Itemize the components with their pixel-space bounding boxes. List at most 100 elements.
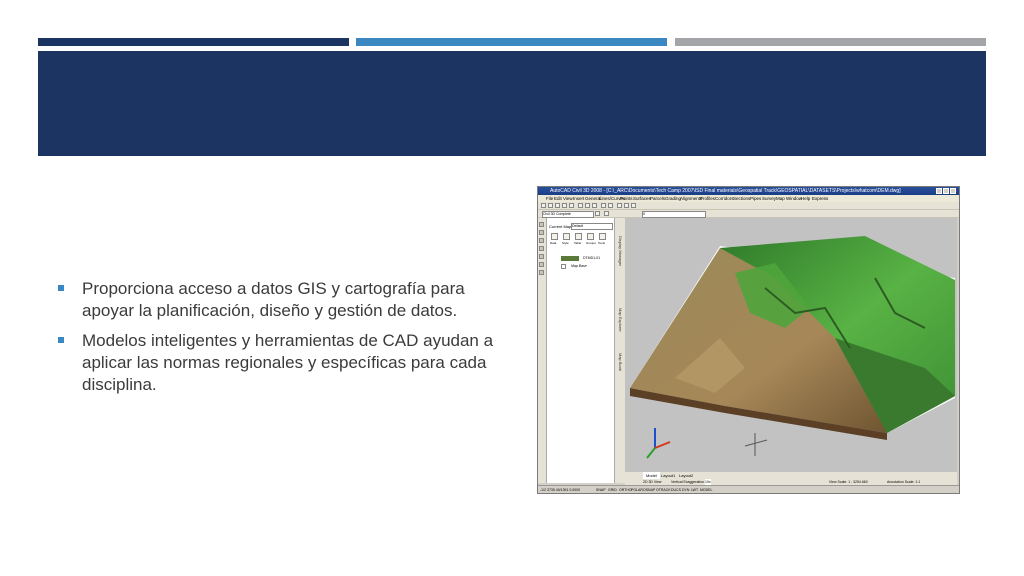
layer-item-dtm[interactable]: DTMD1-01 (583, 256, 600, 260)
menu-survey[interactable]: Survey (762, 195, 776, 202)
menu-help[interactable]: Help (801, 195, 810, 202)
arc-tool-icon[interactable] (539, 246, 544, 251)
print-icon[interactable] (562, 203, 567, 208)
osnap-toggle[interactable]: OSNAP (643, 486, 655, 493)
circle-tool-icon[interactable] (539, 238, 544, 243)
window-title: AutoCAD Civil 3D 2008 - [C:\_ARC\Documen… (550, 188, 901, 194)
accent-bar-blue (356, 38, 667, 46)
terrain-3d-image (630, 236, 955, 459)
menu-bar: File Edit View Insert General Lines/Curv… (538, 195, 959, 211)
bullet-text: Proporciona acceso a datos GIS y cartogr… (82, 279, 465, 320)
autocad-screenshot: AutoCAD Civil 3D 2008 - [C:\_ARC\Documen… (537, 186, 960, 494)
tools-tool-label: Tools (598, 241, 606, 245)
save-icon[interactable] (555, 203, 560, 208)
tab-model[interactable]: Model (643, 472, 660, 479)
bullet-item: Proporciona acceso a datos GIS y cartogr… (58, 278, 508, 322)
layer-swatch-dtm (561, 256, 579, 261)
menu-window[interactable]: Window (786, 195, 802, 202)
task-pane: Current Map: Default Data Style Table Gr… (547, 218, 621, 483)
style-tool-icon[interactable] (563, 233, 570, 240)
redo-icon[interactable] (608, 203, 613, 208)
menu-profiles[interactable]: Profiles (700, 195, 715, 202)
tab-layout1[interactable]: Layout1 (661, 472, 675, 479)
groups-tool-label: Groups (586, 241, 596, 245)
otrack-toggle[interactable]: OTRACK (656, 486, 671, 493)
pan-icon[interactable] (617, 203, 622, 208)
data-tool-icon[interactable] (551, 233, 558, 240)
menu-corridors[interactable]: Corridors (715, 195, 734, 202)
menu-points[interactable]: Points (620, 195, 633, 202)
layer-properties-icon[interactable] (604, 211, 609, 216)
menu-sections[interactable]: Sections (733, 195, 750, 202)
title-band (38, 51, 986, 156)
new-icon[interactable] (541, 203, 546, 208)
maximize-button[interactable] (943, 188, 949, 194)
tools-tool-icon[interactable] (599, 233, 606, 240)
paste-icon[interactable] (592, 203, 597, 208)
tab-layout2[interactable]: Layout2 (679, 472, 693, 479)
bullet-text: Modelos inteligentes y herramientas de C… (82, 331, 494, 394)
bullet-list: Proporciona acceso a datos GIS y cartogr… (58, 278, 508, 404)
copy-icon[interactable] (585, 203, 590, 208)
task-pane-tabs: Display Manager Map Explorer Map Book (614, 218, 625, 483)
window-title-bar: AutoCAD Civil 3D 2008 - [C:\_ARC\Documen… (538, 187, 959, 195)
menu-insert[interactable]: Insert (573, 195, 584, 202)
ortho-toggle[interactable]: ORTHO (619, 486, 632, 493)
tab-display-manager[interactable]: Display Manager (618, 236, 623, 266)
status-bar: -1/2 3735 40/1391 0.0000 SNAP GRID ORTHO… (538, 485, 959, 493)
groups-tool-icon[interactable] (587, 233, 594, 240)
ucs-axis-icon (646, 428, 671, 459)
ducs-toggle[interactable]: DUCS (671, 486, 681, 493)
menu-edit[interactable]: Edit (554, 195, 562, 202)
accent-bar-gray (675, 38, 986, 46)
bullet-item: Modelos inteligentes y herramientas de C… (58, 330, 508, 396)
zoom-icon[interactable] (624, 203, 629, 208)
dyn-toggle[interactable]: DYN (682, 486, 689, 493)
close-button[interactable] (950, 188, 956, 194)
ucs-crosshair-icon (744, 433, 768, 456)
workspace-settings-icon[interactable] (595, 211, 600, 216)
text-tool-icon[interactable] (539, 262, 544, 267)
polyline-tool-icon[interactable] (539, 230, 544, 235)
menu-pipes[interactable]: Pipes (750, 195, 761, 202)
snap-toggle[interactable]: SNAP (596, 486, 606, 493)
properties-icon[interactable] (631, 203, 636, 208)
menu-file[interactable]: File (546, 195, 553, 202)
menu-grading[interactable]: Grading (665, 195, 681, 202)
open-icon[interactable] (548, 203, 553, 208)
undo-icon[interactable] (601, 203, 606, 208)
accent-bar-navy (38, 38, 349, 46)
table-tool-icon[interactable] (575, 233, 582, 240)
menu-parcels[interactable]: Parcels (650, 195, 665, 202)
current-map-label: Current Map: (549, 224, 573, 229)
line-tool-icon[interactable] (539, 222, 544, 227)
preview-icon[interactable] (569, 203, 574, 208)
tab-map-explorer[interactable]: Map Explorer (618, 308, 623, 332)
grid-toggle[interactable]: GRID (608, 486, 617, 493)
lwt-toggle[interactable]: LWT (691, 486, 698, 493)
bullet-marker (58, 285, 64, 291)
menu-surfaces[interactable]: Surfaces (633, 195, 651, 202)
minimize-button[interactable] (936, 188, 942, 194)
cut-icon[interactable] (578, 203, 583, 208)
erase-tool-icon[interactable] (539, 270, 544, 275)
hatch-tool-icon[interactable] (539, 254, 544, 259)
menu-express[interactable]: Express (812, 195, 828, 202)
layer-checkbox[interactable] (561, 264, 566, 269)
layer-select[interactable]: 0 (642, 211, 706, 218)
workspace-select[interactable]: Civil 3D Complete (542, 211, 594, 218)
menu-alignments[interactable]: Alignments (680, 195, 702, 202)
draw-toolbar (538, 218, 547, 483)
current-map-select[interactable]: Default (571, 223, 613, 230)
data-tool-label: Data (550, 241, 557, 245)
drawing-viewport[interactable] (625, 218, 957, 472)
model-toggle[interactable]: MODEL (700, 486, 712, 493)
layer-item-mapbase[interactable]: Map Base (571, 264, 587, 268)
tab-map-book[interactable]: Map Book (618, 353, 623, 371)
menu-view[interactable]: View (563, 195, 573, 202)
standard-toolbar (538, 202, 959, 210)
menu-map[interactable]: Map (776, 195, 785, 202)
workspace-toolbar: Civil 3D Complete 0 (538, 210, 959, 218)
polar-toggle[interactable]: POLAR (631, 486, 643, 493)
style-tool-label: Style (562, 241, 569, 245)
